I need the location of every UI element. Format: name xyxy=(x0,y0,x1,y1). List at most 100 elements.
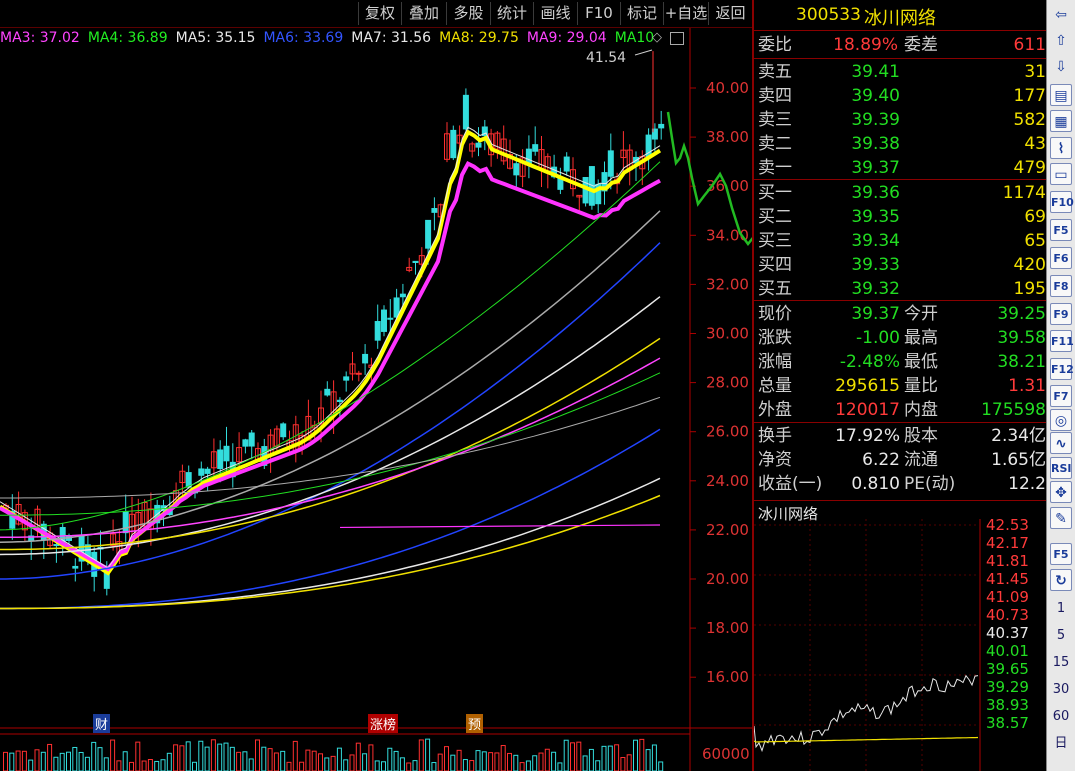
volume-bar xyxy=(381,761,386,771)
period-button[interactable]: 30 xyxy=(1050,679,1072,701)
f5b-icon[interactable]: F5 xyxy=(1050,543,1072,565)
volume-bar xyxy=(166,752,172,771)
f11-icon[interactable]: F11 xyxy=(1050,330,1074,352)
volume-bar xyxy=(311,750,317,771)
stat-label: 总量 xyxy=(758,376,792,396)
ma-legend-item: MA3: 37.02 xyxy=(0,30,80,46)
toolbar-button-8[interactable]: 返回 xyxy=(708,2,752,25)
bid-label: 买四 xyxy=(758,255,792,275)
y-tick-label: 24.00 xyxy=(706,472,749,490)
volume-bar xyxy=(519,762,525,771)
toolbar-button-5[interactable]: F10 xyxy=(577,2,620,25)
toolbar-button-0[interactable]: 复权 xyxy=(358,2,401,25)
volume-bar xyxy=(160,759,166,771)
volume-bar xyxy=(425,738,431,771)
y-tick-label: 40.00 xyxy=(706,79,749,97)
f6-icon[interactable]: F6 xyxy=(1050,247,1072,269)
volume-bar xyxy=(21,750,27,771)
arrow-up-icon[interactable]: ⇧ xyxy=(1050,30,1072,52)
toolbar-button-7[interactable]: +自选 xyxy=(663,2,708,25)
period-button[interactable]: 5 xyxy=(1050,625,1072,647)
volume-bar xyxy=(645,749,651,771)
weicha-label: 委差 xyxy=(904,35,938,55)
volume-bar xyxy=(210,739,216,771)
quote-list-icon[interactable]: ▦ xyxy=(1050,110,1072,132)
bid-price: 39.35 xyxy=(851,207,900,227)
quote-panel: 300533 冰川网络 委比 18.89% 委差 611 卖五 39.41 31 卖四 39.40 1… xyxy=(752,0,1048,500)
pencil-icon[interactable]: ✎ xyxy=(1050,507,1072,529)
f9-icon[interactable]: F9 xyxy=(1050,303,1072,325)
period-button[interactable]: 日 xyxy=(1050,733,1072,755)
window-icon[interactable]: ▭ xyxy=(1050,163,1072,185)
ma-line-11 xyxy=(0,428,661,610)
toolbar-button-1[interactable]: 叠加 xyxy=(401,2,446,25)
circle-icon[interactable]: ◎ xyxy=(1050,409,1072,431)
volume-bar xyxy=(462,759,468,771)
event-tag-report[interactable]: 财 xyxy=(93,714,111,733)
drawn-forecast-line[interactable] xyxy=(666,111,752,406)
rsi-icon[interactable]: RSI xyxy=(1050,457,1072,479)
f5-icon[interactable]: F5 xyxy=(1050,219,1072,241)
chart-icon[interactable]: ⌇ xyxy=(1050,137,1072,159)
period-button[interactable]: 60 xyxy=(1050,706,1072,728)
f12-icon[interactable]: F12 xyxy=(1050,358,1074,380)
f7-icon[interactable]: F7 xyxy=(1050,385,1072,407)
refresh-icon[interactable]: ↻ xyxy=(1050,569,1072,591)
volume-bar xyxy=(66,751,71,771)
stock-code: 300533 xyxy=(796,5,861,25)
toolbar-button-4[interactable]: 画线 xyxy=(533,2,577,25)
f8-icon[interactable]: F8 xyxy=(1050,275,1072,297)
arrow-left-icon[interactable]: ⇦ xyxy=(1050,4,1072,26)
volume-bar xyxy=(607,745,613,771)
bid-row: 买一 39.36 1174 xyxy=(754,181,1048,205)
volume-bar xyxy=(469,760,475,771)
stat-row: 涨跌 -1.00 最高 39.58 xyxy=(754,326,1048,350)
stat-label-2: 最低 xyxy=(904,352,938,372)
wave-icon[interactable]: ∿ xyxy=(1050,432,1072,454)
candle-body xyxy=(412,260,419,264)
volume-bar xyxy=(261,746,267,771)
ask-price: 39.39 xyxy=(851,110,900,130)
finance-row: 净资 6.22 流通 1.65亿 xyxy=(754,448,1048,472)
period-button[interactable]: 15 xyxy=(1050,652,1072,674)
volume-bar xyxy=(198,740,204,771)
finance-label: 收益(一) xyxy=(758,474,823,494)
toolbar-button-3[interactable]: 统计 xyxy=(490,2,533,25)
volume-bar xyxy=(173,744,179,771)
arrow-down-icon[interactable]: ⇩ xyxy=(1050,56,1072,78)
stat-row: 总量 295615 量比 1.31 xyxy=(754,374,1048,398)
volume-bar xyxy=(614,744,620,771)
stat-label: 现价 xyxy=(758,304,792,324)
volume-bar xyxy=(47,743,53,771)
candle-body xyxy=(324,388,331,396)
ask-volume: 479 xyxy=(1013,158,1046,178)
candle-body xyxy=(343,376,350,381)
period-button[interactable]: 1 xyxy=(1050,598,1072,620)
intraday-chart[interactable]: 冰川网络 42.53 42.17 41.81 41.45 41.09 40.73 40.37… xyxy=(752,500,1046,771)
ask-row: 卖五 39.41 31 xyxy=(754,60,1048,84)
settings-toggle-button[interactable] xyxy=(670,32,684,45)
candle-body xyxy=(248,432,255,447)
volume-bar xyxy=(595,760,601,771)
ask-row: 卖三 39.39 582 xyxy=(754,108,1048,132)
ask-label: 卖四 xyxy=(758,86,792,106)
event-tag-top-gainer[interactable]: 涨榜 xyxy=(368,714,399,733)
ask-price: 39.41 xyxy=(851,62,900,82)
candle-body xyxy=(355,372,362,375)
ask-label: 卖五 xyxy=(758,62,792,82)
bid-row: 买二 39.35 69 xyxy=(754,205,1048,229)
event-tag-forecast[interactable]: 预 xyxy=(466,714,484,733)
volume-bar xyxy=(141,760,147,771)
f10-icon[interactable]: F10 xyxy=(1050,191,1074,213)
volume-bar xyxy=(204,746,210,771)
volume-bar xyxy=(374,760,380,771)
kline-icon[interactable]: ▤ xyxy=(1050,84,1072,106)
stock-name: 冰川网络 xyxy=(864,8,936,29)
intraday-price-label: 40.73 xyxy=(986,606,1029,624)
candle-body xyxy=(217,449,224,469)
kline-chart[interactable]: 40.0038.0036.0034.0032.0030.0028.0026.00… xyxy=(0,28,752,771)
toolbar-button-2[interactable]: 多股 xyxy=(446,2,490,25)
volume-bar xyxy=(185,741,191,771)
multi-arrow-icon[interactable]: ✥ xyxy=(1050,481,1072,503)
toolbar-button-6[interactable]: 标记 xyxy=(620,2,663,25)
